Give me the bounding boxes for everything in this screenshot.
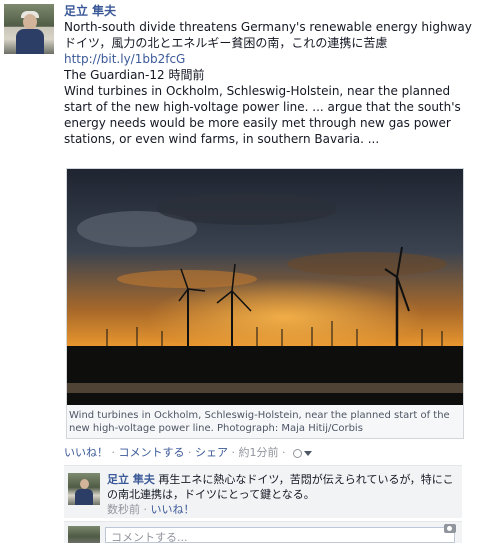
separator: ·: [188, 446, 192, 459]
post-link[interactable]: http://bit.ly/1bb2fcG: [64, 51, 480, 67]
comment-text: 再生エネに熱心なドイツ，苦悶が伝えられているが，特にこの南北連携は，ドイツにとっ…: [107, 473, 454, 501]
comment-input[interactable]: コメントする...: [105, 527, 455, 544]
post-action-bar: いいね！ · コメントする · シェア · 約1分前 ·: [64, 446, 312, 460]
comment-link[interactable]: コメントする: [119, 446, 185, 459]
comment-meta: 数秒前 · いいね！: [107, 502, 457, 517]
separator: ·: [282, 446, 286, 459]
comment-author[interactable]: 足立 隼夫: [107, 473, 155, 486]
separator: ·: [143, 503, 148, 516]
share-link[interactable]: シェア: [195, 446, 228, 459]
profile-avatar[interactable]: [4, 4, 54, 54]
photo-caption: Wind turbines in Ockholm, Schleswig-Hols…: [69, 410, 450, 434]
separator: ·: [231, 446, 236, 459]
post-title-en: North-south divide threatens Germany's r…: [64, 20, 472, 34]
wind-turbines-photo[interactable]: [67, 169, 463, 405]
avatar-torso: [16, 29, 44, 54]
avatar-torso: [75, 489, 93, 505]
news-feed-post: 足立 隼夫 North-south divide threatens Germa…: [64, 4, 480, 147]
avatar-head: [23, 14, 37, 30]
composer-avatar: [68, 526, 100, 543]
comment: 足立 隼夫 再生エネに熱心なドイツ，苦悶が伝えられているが，特にこの南北連携は，…: [64, 465, 462, 518]
separator: ·: [111, 446, 116, 459]
post-title-ja: ドイツ，風力の北とエネルギー貧困の南，これの連携に苦慮: [64, 36, 388, 50]
commenter-avatar[interactable]: [68, 473, 100, 505]
camera-icon[interactable]: [444, 524, 456, 533]
comment-like-link[interactable]: いいね！: [151, 503, 195, 516]
post-timestamp[interactable]: 約1分前: [239, 446, 279, 459]
avatar-head: [80, 479, 89, 489]
comment-body: 足立 隼夫 再生エネに熱心なドイツ，苦悶が伝えられているが，特にこの南北連携は，…: [107, 472, 457, 517]
comment-composer: コメントする...: [64, 521, 462, 544]
comment-timestamp[interactable]: 数秒前: [107, 503, 140, 516]
post-excerpt: Wind turbines in Ockholm, Schleswig-Hols…: [64, 84, 461, 146]
post-source: The Guardian-12 時間前: [64, 68, 205, 82]
shared-link-preview[interactable]: Wind turbines in Ockholm, Schleswig-Hols…: [66, 168, 464, 439]
post-author[interactable]: 足立 隼夫: [64, 4, 480, 19]
chevron-down-icon[interactable]: [304, 450, 312, 456]
globe-icon[interactable]: [293, 448, 302, 458]
like-link[interactable]: いいね！: [64, 446, 108, 459]
